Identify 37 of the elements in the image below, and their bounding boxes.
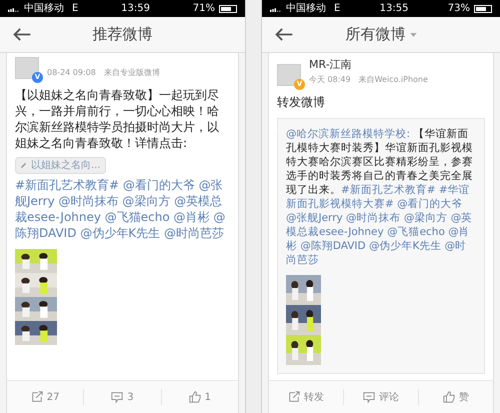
battery-percent: 73% (448, 2, 470, 16)
action-button[interactable]: 1 (162, 389, 238, 405)
post-text: #新面孔艺术教育# @看门的大爷 @张舰Jerry @时尚抹布 @梁向方 @英模总裁esee-Johney @飞猫echo @肖彬 @陈翔DAVID @伪少年K先生 @时尚芭莎 (15, 177, 226, 241)
comment-icon (363, 391, 375, 403)
post-text: 转发微博 (277, 94, 326, 110)
post-source: 来自专业版微博 (104, 67, 160, 79)
post-source: 来自Weico.iPhone (358, 74, 428, 86)
link-chip[interactable]: 以姐妹之名向... (15, 157, 106, 174)
battery-percent: 71% (192, 2, 215, 16)
share-icon (288, 391, 300, 403)
share-icon (30, 391, 43, 403)
network-type: E (72, 2, 78, 16)
post-text: 【以姐妹之名向青春致敬】一起玩到尽兴，一路并肩前行，一切心心相映！哈尔滨新丝路模特学员拍摄时尚大片，以姐妹之名向青春致敬！详情点击: (15, 87, 220, 151)
action-button[interactable]: 转发 (269, 389, 344, 405)
thumbs-up-icon (443, 391, 455, 403)
battery-icon (474, 4, 492, 12)
action-button[interactable]: 赞 (419, 389, 493, 405)
action-button[interactable]: 3 (84, 389, 162, 405)
action-button[interactable]: 27 (7, 389, 84, 405)
network-type: E (334, 2, 340, 16)
comment-icon (111, 391, 124, 403)
screen-title: 所有微博 (346, 24, 406, 46)
carrier-name: 中国移动 (286, 2, 326, 16)
carrier-name: 中国移动 (24, 2, 64, 16)
link-icon (20, 162, 27, 169)
thumbs-up-icon (188, 391, 201, 403)
battery-icon (218, 4, 237, 12)
author-name[interactable]: MR-江南 (309, 57, 428, 74)
post-time: 08-24 09:08 (47, 67, 96, 79)
action-button[interactable]: 评论 (344, 389, 419, 405)
back-arrow-icon[interactable] (274, 28, 294, 41)
back-arrow-icon[interactable] (12, 28, 32, 41)
post-time: 今天 08:49 (309, 74, 351, 86)
clock-time: 13:55 (380, 2, 408, 16)
post-text: @哈尔滨新丝路模特学校: 【华谊新面孔模特大赛时装秀】华谊新面孔影视模特大赛哈尔滨赛区比赛精彩纷呈，参赛选手的时装秀将自己的青春之美完全展现了出来。#新面孔艺术教育# #华谊新面孔影视模特大赛# @看门的大爷 @张舰Jerry @时尚抹布 @梁向方 @英模总裁esee-Johney @飞猫echo @肖彬 @陈翔DAVID @伪少年K先生 @时尚芭莎 (286, 126, 474, 266)
screen-title: 推荐微博 (92, 24, 152, 46)
clock-time: 13:59 (121, 2, 150, 16)
